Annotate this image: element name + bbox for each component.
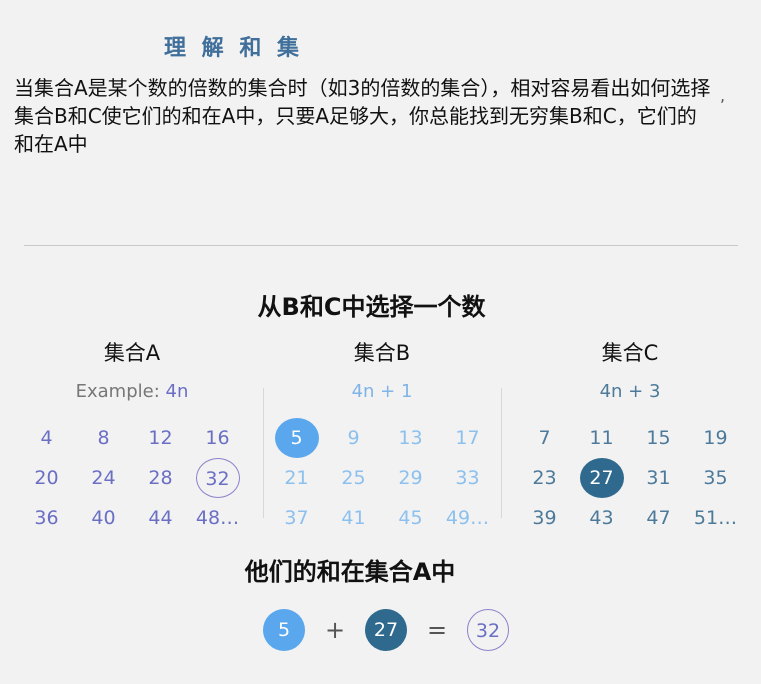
set-a-formula: Example: 4n [14,380,250,404]
equation-a-value: 32 [467,609,509,651]
page-title: 理 解 和 集 [164,36,303,61]
set-c-number[interactable]: 31 [637,458,681,498]
set-c-number[interactable]: 47 [637,498,681,538]
set-c-number[interactable]: 11 [580,418,624,458]
set-c-number[interactable]: 43 [580,498,624,538]
set-b-number[interactable]: 49… [446,498,490,538]
set-b-formula: 4n + 1 [351,381,413,402]
set-a-formula-text: 4n [165,381,189,402]
set-a-grid: 4 8 12 16 20 24 28 32 36 40 44 48… [14,418,250,538]
set-a-number[interactable]: 12 [139,418,183,458]
set-c-number[interactable]: 39 [523,498,567,538]
equation-b-value: 5 [263,609,305,651]
sum-heading: 他们的和在集合A中 [244,558,456,586]
set-b-panel: 集合B 4n + 1 5 9 13 17 21 25 29 33 37 41 4… [264,338,500,538]
plus-sign: + [324,616,346,644]
set-b-number[interactable]: 41 [332,498,376,538]
set-a-number[interactable]: 36 [25,498,69,538]
set-b-number[interactable]: 45 [389,498,433,538]
column-separator [501,388,502,518]
set-c-formula: 4n + 3 [599,381,661,402]
set-a-number[interactable]: 4 [25,418,69,458]
set-a-number[interactable]: 28 [139,458,183,498]
equals-sign: = [426,616,448,644]
set-b-number[interactable]: 17 [446,418,490,458]
set-a-number[interactable]: 44 [139,498,183,538]
set-a-number[interactable]: 8 [82,418,126,458]
set-c-grid: 7 11 15 19 23 27 31 35 39 43 47 51… [512,418,748,538]
set-a-number-selected[interactable]: 32 [195,458,240,498]
set-c-panel: 集合C 4n + 3 7 11 15 19 23 27 31 35 39 43 … [512,338,748,538]
intro-paragraph: 当集合A是某个数的倍数的集合时（如3的倍数的集合），相对容易看出如何选择集合B和… [14,76,711,156]
set-a-panel: 集合A Example: 4n 4 8 12 16 20 24 28 32 36… [14,338,250,538]
set-a-number[interactable]: 48… [196,498,240,538]
set-b-number[interactable]: 25 [332,458,376,498]
set-b-number[interactable]: 33 [446,458,490,498]
set-a-number[interactable]: 16 [196,418,240,458]
set-b-number[interactable]: 29 [389,458,433,498]
divider [24,245,738,246]
sum-equation: 5 + 27 = 32 [263,609,509,651]
set-c-number-selected[interactable]: 27 [579,458,624,498]
set-c-number[interactable]: 23 [523,458,567,498]
equation-c-value: 27 [365,609,407,651]
set-b-name: 集合B [353,341,411,365]
set-a-number[interactable]: 40 [82,498,126,538]
set-a-number[interactable]: 24 [82,458,126,498]
set-b-number[interactable]: 9 [332,418,376,458]
set-c-number[interactable]: 51… [694,498,738,538]
choose-heading: 从B和C中选择一个数 [257,293,486,321]
set-b-number[interactable]: 13 [389,418,433,458]
set-b-number[interactable]: 21 [275,458,319,498]
set-a-number[interactable]: 20 [25,458,69,498]
set-c-number[interactable]: 15 [637,418,681,458]
example-label: Example: [75,381,160,402]
set-c-number[interactable]: 7 [523,418,567,458]
set-b-grid: 5 9 13 17 21 25 29 33 37 41 45 49… [264,418,500,538]
set-c-number[interactable]: 19 [694,418,738,458]
set-b-number-selected[interactable]: 5 [274,418,319,458]
set-c-name: 集合C [601,341,659,365]
stray-mark: , [720,86,726,105]
set-a-name: 集合A [103,341,161,365]
set-c-number[interactable]: 35 [694,458,738,498]
set-b-number[interactable]: 37 [275,498,319,538]
